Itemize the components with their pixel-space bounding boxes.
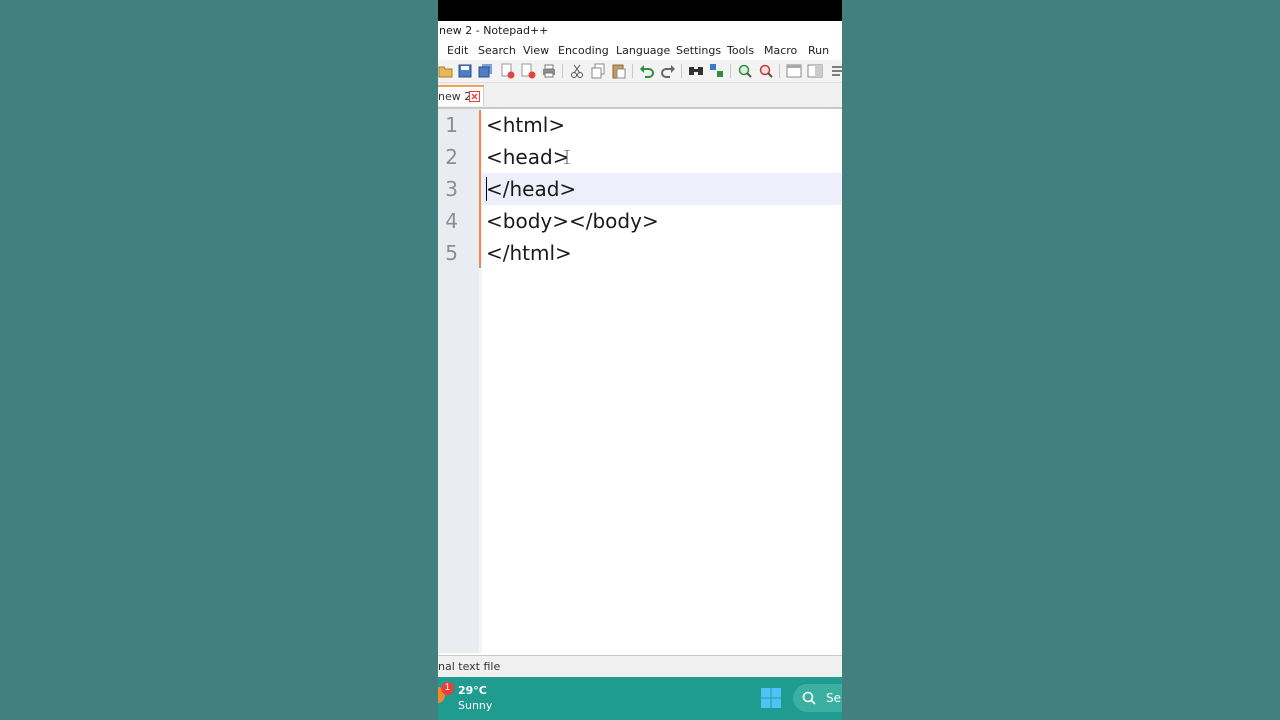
menu-search[interactable]: Search xyxy=(478,44,516,58)
print-icon[interactable] xyxy=(541,63,557,79)
undo-icon[interactable] xyxy=(639,63,655,79)
menu-edit[interactable]: Edit xyxy=(447,44,468,58)
menu-view[interactable]: View xyxy=(523,44,549,58)
toolbar-separator xyxy=(779,64,780,78)
line-number: 2 xyxy=(445,145,458,169)
code-line[interactable]: <body></body> xyxy=(486,209,659,233)
notepadpp-window: new 2 - Notepad++ Edit Search View Encod… xyxy=(438,0,842,720)
find-icon[interactable] xyxy=(688,63,704,79)
window-title: new 2 - Notepad++ xyxy=(439,24,549,37)
tab-label: new 2 xyxy=(438,90,472,103)
weather-alert-badge: 1 xyxy=(441,682,454,695)
copy-icon[interactable] xyxy=(590,63,606,79)
windows-start-icon[interactable] xyxy=(760,687,782,709)
title-bar: new 2 - Notepad++ xyxy=(438,21,842,41)
search-label: Se xyxy=(826,691,841,705)
file-type-label: nal text file xyxy=(438,660,501,673)
close-icon[interactable] xyxy=(469,91,480,102)
weather-temperature[interactable]: 29°C xyxy=(458,684,487,697)
weather-condition[interactable]: Sunny xyxy=(458,699,492,712)
change-history-bar xyxy=(479,110,481,268)
sync-vertical-icon[interactable] xyxy=(786,63,802,79)
code-line[interactable]: <head> xyxy=(486,145,569,169)
tab-bar: new 2 xyxy=(438,83,842,109)
replace-icon[interactable] xyxy=(709,63,725,79)
cut-icon[interactable] xyxy=(569,63,585,79)
search-icon xyxy=(802,691,816,705)
save-icon[interactable] xyxy=(457,63,473,79)
toolbar xyxy=(438,60,842,83)
line-number: 3 xyxy=(445,177,458,201)
text-caret xyxy=(486,177,487,201)
top-black-bar xyxy=(438,0,842,21)
taskbar-search[interactable]: Se xyxy=(793,684,842,712)
close-file-icon[interactable] xyxy=(499,63,515,79)
menu-encoding[interactable]: Encoding xyxy=(558,44,609,58)
menu-language[interactable]: Language xyxy=(616,44,670,58)
line-number: 1 xyxy=(445,113,458,137)
zoom-out-icon[interactable] xyxy=(758,63,774,79)
ibeam-cursor-icon xyxy=(564,150,570,164)
status-bar: nal text file xyxy=(438,655,842,678)
tab-new-2[interactable]: new 2 xyxy=(438,85,484,106)
menu-settings[interactable]: Settings xyxy=(676,44,721,58)
word-wrap-icon[interactable] xyxy=(831,63,842,79)
desktop-backdrop-left xyxy=(0,0,438,720)
menu-bar: Edit Search View Encoding Language Setti… xyxy=(438,41,842,60)
paste-icon[interactable] xyxy=(611,63,627,79)
windows-taskbar: 1 29°C Sunny Se xyxy=(438,677,842,720)
menu-macro[interactable]: Macro xyxy=(764,44,797,58)
line-number: 5 xyxy=(445,241,458,265)
toolbar-separator xyxy=(562,64,563,78)
save-all-icon[interactable] xyxy=(478,63,494,79)
toolbar-separator xyxy=(681,64,682,78)
editor-area[interactable]: 1 2 3 4 5 <html> <head> </head> <body></… xyxy=(438,109,842,653)
line-number: 4 xyxy=(445,209,458,233)
menu-tools[interactable]: Tools xyxy=(727,44,754,58)
code-line[interactable]: </head> xyxy=(486,177,576,201)
sync-horizontal-icon[interactable] xyxy=(807,63,823,79)
desktop-backdrop-right xyxy=(842,0,1280,720)
close-all-icon[interactable] xyxy=(520,63,536,79)
menu-run[interactable]: Run xyxy=(808,44,829,58)
toolbar-separator xyxy=(730,64,731,78)
toolbar-separator xyxy=(632,64,633,78)
code-line[interactable]: </html> xyxy=(486,241,572,265)
code-line[interactable]: <html> xyxy=(486,113,565,137)
open-icon[interactable] xyxy=(438,63,454,79)
redo-icon[interactable] xyxy=(660,63,676,79)
zoom-in-icon[interactable] xyxy=(737,63,753,79)
